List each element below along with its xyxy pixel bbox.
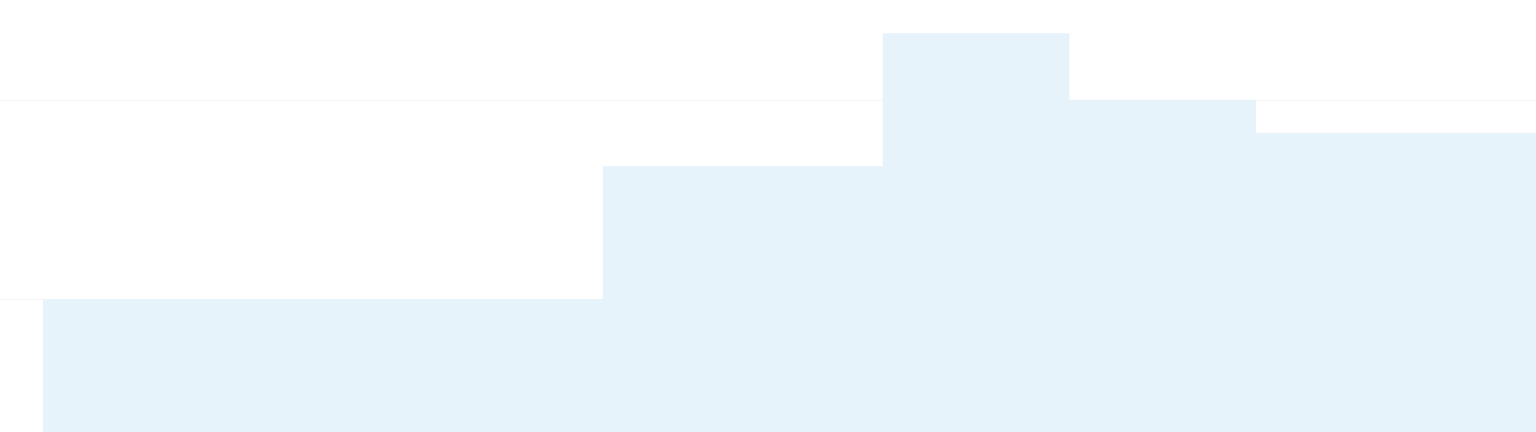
step-area-chart — [0, 33, 1536, 432]
series-area-0 — [43, 33, 1536, 432]
series-group — [43, 33, 1536, 432]
chart-area — [0, 0, 1536, 432]
